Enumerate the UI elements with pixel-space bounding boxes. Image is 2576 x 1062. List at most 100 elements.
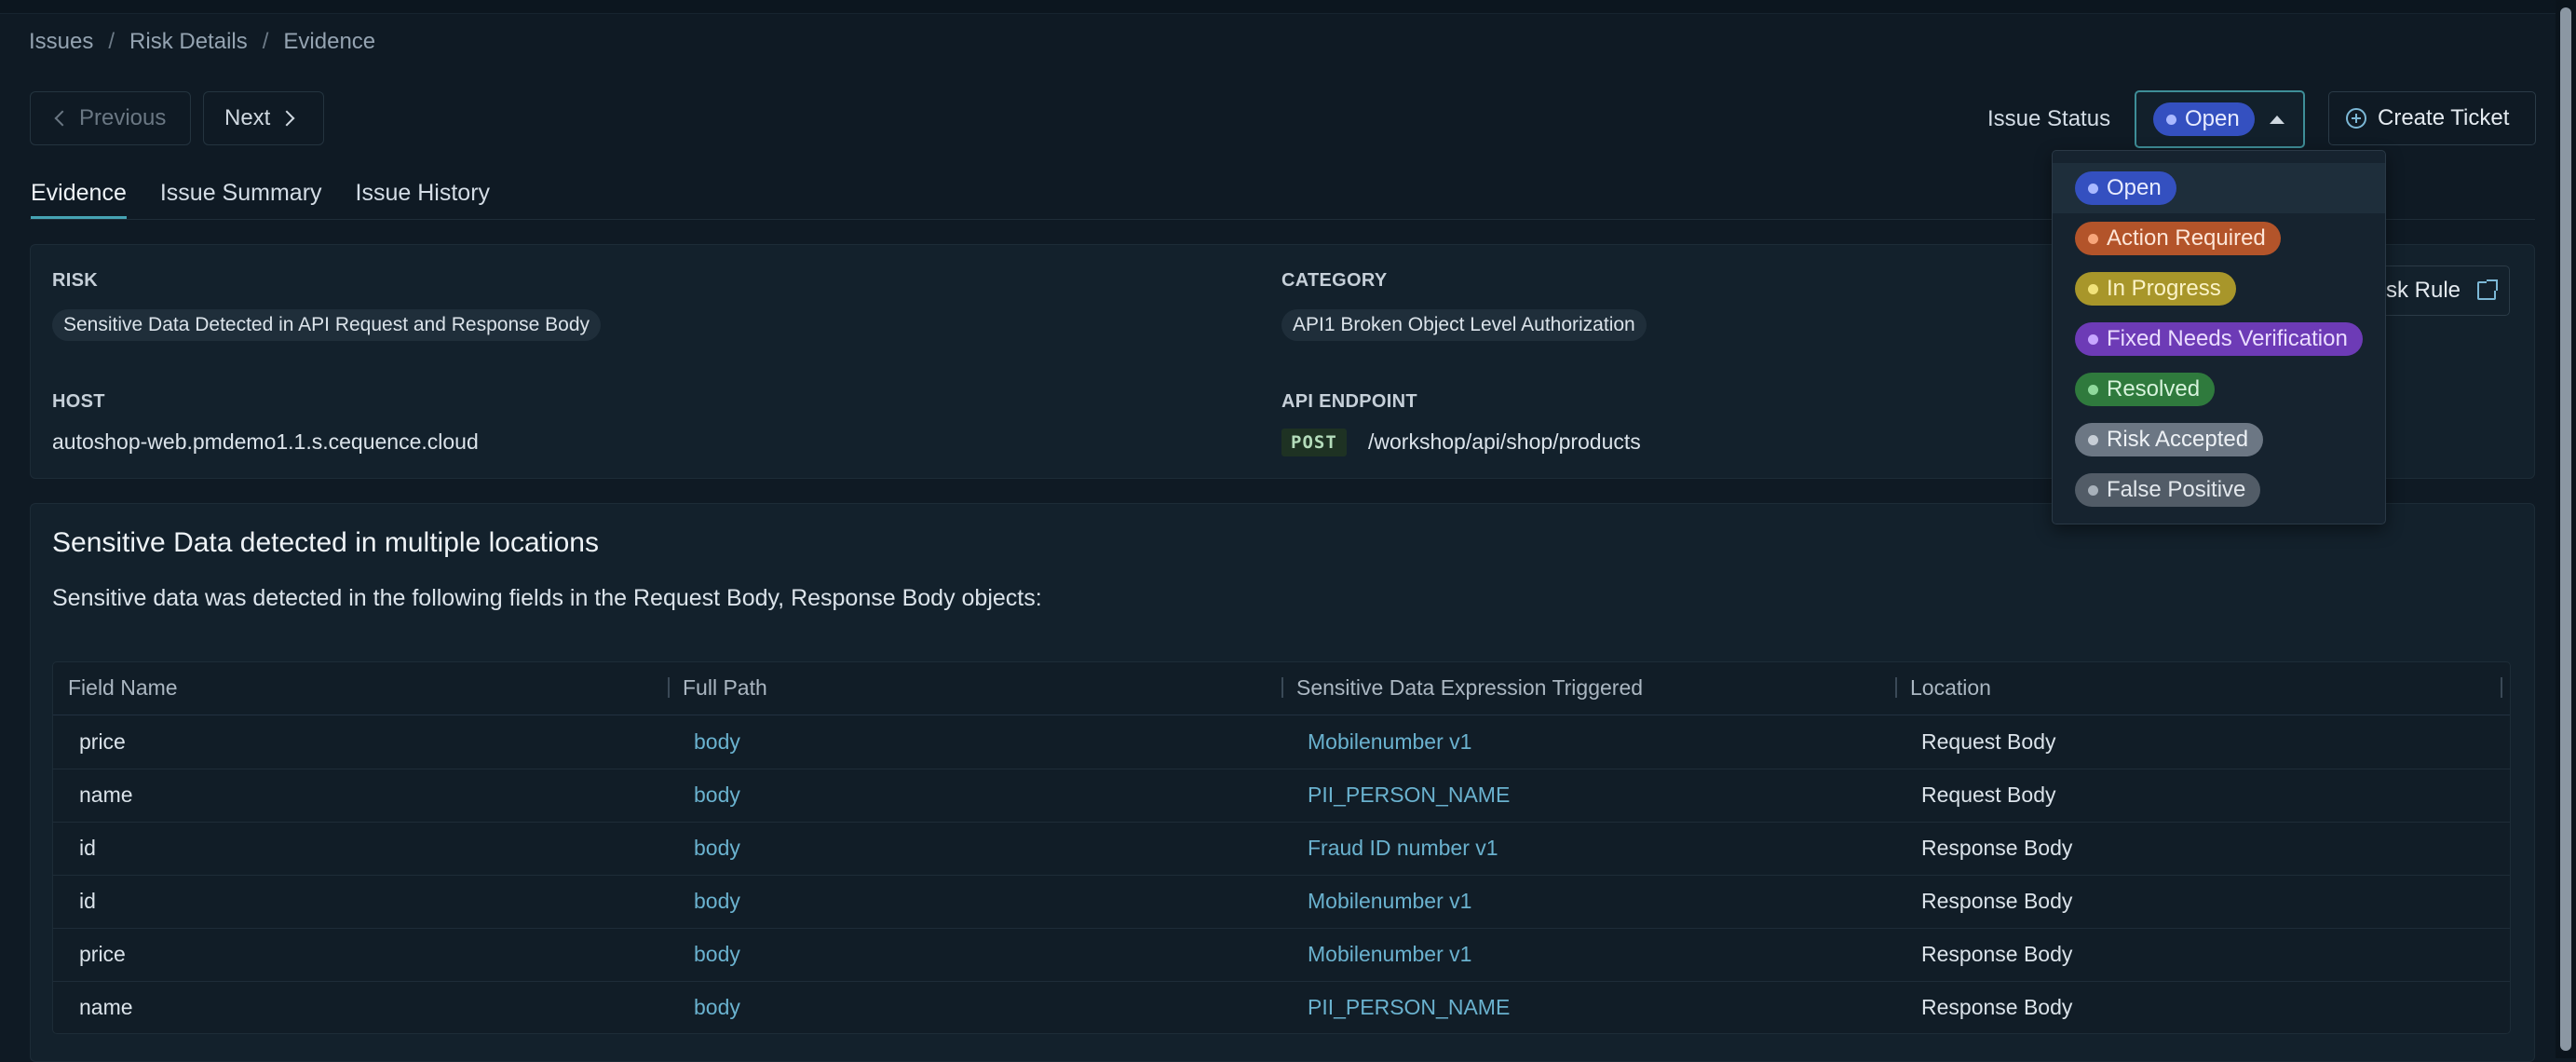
cell-field-name: name <box>79 995 133 1019</box>
risk-label: RISK <box>52 270 98 291</box>
chevron-right-icon <box>278 110 295 127</box>
host-value: autoshop-web.pmdemo1.1.s.cequence.cloud <box>52 429 479 454</box>
plus-circle-icon <box>2346 108 2366 129</box>
cell-expression[interactable]: Fraud ID number v1 <box>1308 836 1498 861</box>
status-option-risk-accepted[interactable]: Risk Accepted <box>2053 415 2385 465</box>
status-option-label: Action Required <box>2107 225 2266 251</box>
cell-expression[interactable]: Mobilenumber v1 <box>1308 729 1471 755</box>
status-dot-icon <box>2088 233 2098 244</box>
cell-location: Response Body <box>1921 889 2073 913</box>
tab-bar: Evidence Issue Summary Issue History <box>31 180 490 219</box>
breadcrumb-separator: / <box>262 29 269 54</box>
column-sensitive-data-expression[interactable]: Sensitive Data Expression Triggered <box>1296 675 1643 701</box>
table-row: price body Mobilenumber v1 Response Body <box>53 928 2510 982</box>
status-option-open[interactable]: Open <box>2053 163 2385 213</box>
external-link-icon <box>2477 279 2498 300</box>
column-field-name[interactable]: Field Name <box>68 675 178 701</box>
breadcrumb-separator: / <box>108 29 115 54</box>
method-badge: POST <box>1281 429 1347 456</box>
endpoint-path: /workshop/api/shop/products <box>1368 429 1641 454</box>
column-resizer[interactable] <box>2501 677 2502 698</box>
cell-expression[interactable]: Mobilenumber v1 <box>1308 889 1471 914</box>
status-option-label: Fixed Needs Verification <box>2107 326 2348 351</box>
caret-up-icon <box>2269 115 2285 124</box>
tab-evidence[interactable]: Evidence <box>31 180 127 219</box>
tab-issue-summary[interactable]: Issue Summary <box>160 180 322 219</box>
previous-button[interactable]: Previous <box>30 91 191 145</box>
issue-status-label: Issue Status <box>1987 106 2111 131</box>
status-dot-icon <box>2088 183 2098 194</box>
previous-label: Previous <box>79 105 167 130</box>
breadcrumb-evidence: Evidence <box>283 29 376 54</box>
cell-field-name: price <box>79 729 126 754</box>
status-option-false-positive[interactable]: False Positive <box>2053 465 2385 515</box>
status-dot-icon <box>2088 384 2098 395</box>
status-dot-icon <box>2088 334 2098 345</box>
cell-location: Response Body <box>1921 836 2073 860</box>
breadcrumb-risk-details[interactable]: Risk Details <box>129 29 248 55</box>
status-option-label: Open <box>2107 175 2162 200</box>
status-option-action-required[interactable]: Action Required <box>2053 213 2385 264</box>
section-description: Sensitive data was detected in the follo… <box>52 585 1042 611</box>
status-badge-open: Open <box>2153 102 2255 136</box>
cell-full-path[interactable]: body <box>694 836 740 861</box>
status-badge: Action Required <box>2075 222 2281 255</box>
cell-expression[interactable]: Mobilenumber v1 <box>1308 942 1471 967</box>
issue-status-select[interactable]: Open <box>2135 90 2305 148</box>
cell-expression[interactable]: PII_PERSON_NAME <box>1308 783 1510 808</box>
status-option-in-progress[interactable]: In Progress <box>2053 264 2385 314</box>
status-dot-icon <box>2088 283 2098 294</box>
tab-issue-history[interactable]: Issue History <box>356 180 490 219</box>
cell-field-name: name <box>79 783 133 807</box>
status-option-label: Risk Accepted <box>2107 427 2249 452</box>
table-row: id body Mobilenumber v1 Response Body <box>53 875 2510 929</box>
create-ticket-button[interactable]: Create Ticket <box>2328 91 2536 145</box>
status-badge: False Positive <box>2075 473 2261 507</box>
cell-expression[interactable]: PII_PERSON_NAME <box>1308 995 1510 1020</box>
cell-location: Request Body <box>1921 783 2056 807</box>
status-badge: Fixed Needs Verification <box>2075 322 2363 356</box>
cell-location: Response Body <box>1921 942 2073 966</box>
status-badge: In Progress <box>2075 272 2236 306</box>
status-badge: Resolved <box>2075 373 2216 406</box>
next-button[interactable]: Next <box>203 91 324 145</box>
table-header: Field Name Full Path Sensitive Data Expr… <box>53 662 2510 715</box>
scrollbar-thumb[interactable] <box>2560 7 2571 1051</box>
status-dot-icon <box>2088 434 2098 445</box>
page-scrollbar[interactable] <box>2556 0 2576 1058</box>
cell-location: Request Body <box>1921 729 2056 754</box>
column-resizer[interactable] <box>1281 677 1283 698</box>
status-option-fixed-needs-verification[interactable]: Fixed Needs Verification <box>2053 314 2385 364</box>
cell-field-name: price <box>79 942 126 966</box>
breadcrumb: Issues / Risk Details / Evidence <box>29 29 375 55</box>
cell-full-path[interactable]: body <box>694 995 740 1020</box>
status-badge: Open <box>2075 171 2176 205</box>
cell-field-name: id <box>79 836 96 860</box>
endpoint-label: API ENDPOINT <box>1281 391 1417 412</box>
status-dot-icon <box>2166 114 2176 125</box>
breadcrumb-issues[interactable]: Issues <box>29 29 93 55</box>
status-badge: Risk Accepted <box>2075 423 2264 456</box>
cell-full-path[interactable]: body <box>694 783 740 808</box>
cell-full-path[interactable]: body <box>694 889 740 914</box>
cell-field-name: id <box>79 889 96 913</box>
table-row: name body PII_PERSON_NAME Response Body <box>53 981 2510 1034</box>
category-label: CATEGORY <box>1281 270 1388 291</box>
host-label: HOST <box>52 391 105 412</box>
status-option-resolved[interactable]: Resolved <box>2053 364 2385 415</box>
section-title: Sensitive Data detected in multiple loca… <box>52 527 599 558</box>
status-option-label: In Progress <box>2107 276 2221 301</box>
category-chip: API1 Broken Object Level Authorization <box>1281 309 1647 341</box>
column-full-path[interactable]: Full Path <box>683 675 767 701</box>
cell-full-path[interactable]: body <box>694 729 740 755</box>
table-row: name body PII_PERSON_NAME Request Body <box>53 769 2510 823</box>
status-dropdown-menu: Open Action Required In Progress Fixed N… <box>2052 150 2386 524</box>
cell-full-path[interactable]: body <box>694 942 740 967</box>
column-resizer[interactable] <box>668 677 670 698</box>
column-resizer[interactable] <box>1895 677 1897 698</box>
create-ticket-label: Create Ticket <box>2378 105 2510 130</box>
chevron-left-icon <box>54 110 71 127</box>
status-option-label: False Positive <box>2107 477 2246 502</box>
cell-location: Response Body <box>1921 995 2073 1019</box>
column-location[interactable]: Location <box>1910 675 1991 701</box>
